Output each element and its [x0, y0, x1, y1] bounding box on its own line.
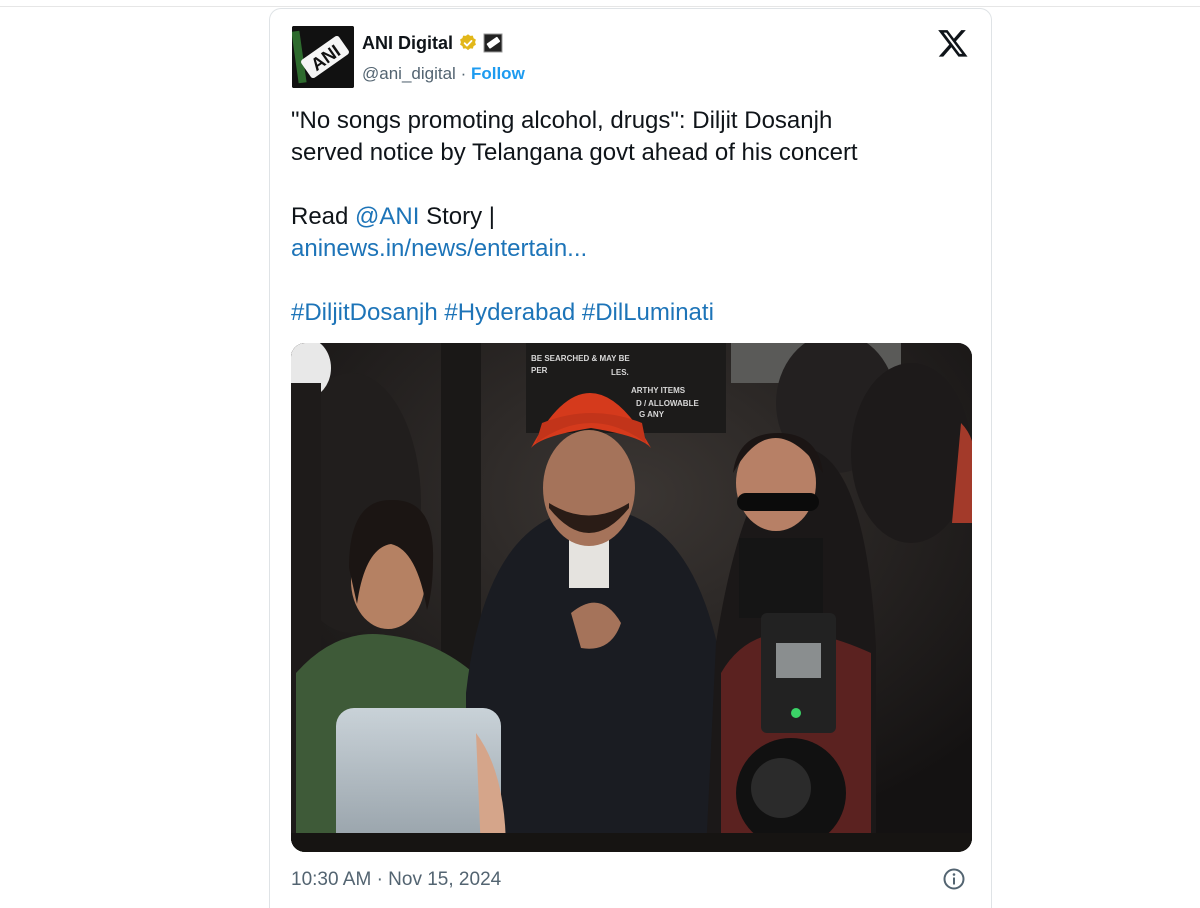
author-handle-row: @ani_digital · Follow — [362, 64, 525, 84]
author-name-row: ANI Digital — [362, 31, 503, 55]
x-logo-icon[interactable] — [937, 27, 969, 59]
read-story-line: Read @ANI Story | — [291, 201, 971, 233]
author-handle[interactable]: @ani_digital — [362, 64, 456, 83]
tweet-text-line: "No songs promoting alcohol, drugs": Dil… — [291, 107, 833, 134]
tweet-date: Nov 15, 2024 — [388, 869, 502, 890]
sign-text: LES. — [611, 368, 629, 377]
read-prefix: Read — [291, 203, 356, 230]
sign-text: PER — [531, 366, 548, 375]
read-suffix: Story | — [419, 203, 496, 230]
author-avatar[interactable]: ANI — [292, 26, 354, 88]
concert-photo-illustration: BE SEARCHED & MAY BE PER LES. ARTHY ITEM… — [291, 343, 972, 852]
tweet-text-line: served notice by Telangana govt ahead of… — [291, 139, 858, 166]
author-name[interactable]: ANI Digital — [362, 33, 453, 54]
article-link[interactable]: aninews.in/news/entertain... — [291, 235, 587, 262]
ani-affiliate-icon — [483, 33, 503, 53]
sign-text: D / ALLOWABLE — [636, 399, 699, 408]
hashtag-link[interactable]: #DilLuminati — [582, 299, 714, 326]
timestamp-separator: · — [376, 869, 383, 890]
tweet-photo[interactable]: BE SEARCHED & MAY BE PER LES. ARTHY ITEM… — [291, 343, 972, 852]
sign-text: ARTHY ITEMS — [631, 386, 686, 395]
hashtag-link[interactable]: #Hyderabad — [444, 299, 575, 326]
hashtag-line: #DiljitDosanjh #Hyderabad #DilLuminati — [291, 297, 971, 329]
tweet-body: "No songs promoting alcohol, drugs": Dil… — [291, 105, 971, 329]
verified-badge-icon — [460, 34, 476, 51]
tweet-time: 10:30 AM — [291, 869, 372, 890]
tweet-embed-card[interactable]: ANI ANI Digital @ani_digital · Follow "N… — [269, 8, 992, 908]
mention-link[interactable]: @ANI — [355, 203, 419, 230]
page-top-divider — [0, 6, 1200, 7]
handle-separator: · — [460, 64, 467, 83]
follow-button[interactable]: Follow — [471, 64, 525, 83]
info-icon[interactable] — [942, 867, 966, 891]
sign-text: G ANY — [639, 410, 665, 419]
ani-logo-icon: ANI — [292, 26, 354, 88]
sign-text: BE SEARCHED & MAY BE — [531, 354, 630, 363]
tweet-timestamp[interactable]: 10:30 AM · Nov 15, 2024 — [291, 869, 501, 891]
hashtag-link[interactable]: #DiljitDosanjh — [291, 299, 438, 326]
